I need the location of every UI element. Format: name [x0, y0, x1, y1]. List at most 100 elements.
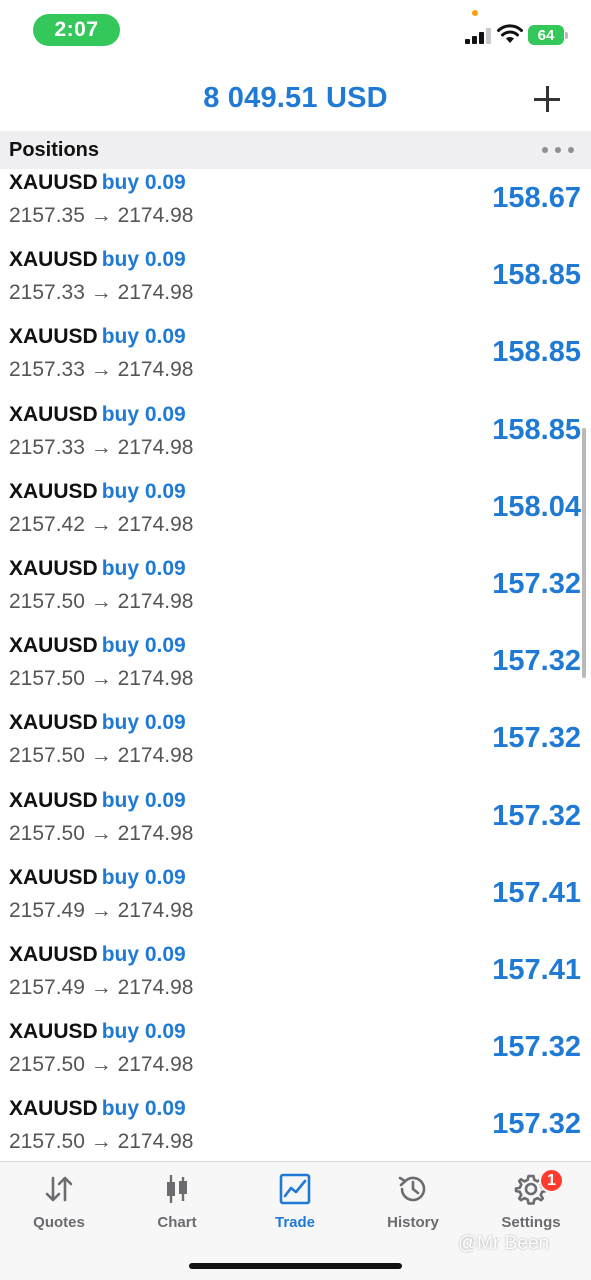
position-symbol: XAUUSD: [9, 325, 98, 349]
position-prices: 2157.50 → 2174.98: [9, 744, 194, 768]
position-profit: 157.32: [492, 722, 581, 755]
position-row[interactable]: XAUUSD buy 0.09 2157.50 → 2174.98 157.32: [0, 1095, 591, 1161]
account-balance: 8 049.51 USD: [203, 82, 388, 114]
candlestick-icon: [167, 1175, 187, 1203]
quotes-arrows-icon: [45, 1176, 73, 1202]
position-profit: 158.04: [492, 490, 581, 523]
position-profit: 157.32: [492, 567, 581, 600]
position-profit: 157.41: [492, 953, 581, 986]
position-profit: 157.32: [492, 1108, 581, 1141]
position-row[interactable]: XAUUSD buy 0.09 2157.42 → 2174.98 158.04: [0, 478, 591, 555]
position-prices: 2157.50 → 2174.98: [9, 589, 194, 613]
trade-chart-icon: [279, 1173, 311, 1205]
tab-settings[interactable]: 1 Settings: [472, 1168, 590, 1242]
position-symbol: XAUUSD: [9, 248, 98, 272]
position-side-volume: buy 0.09: [101, 711, 186, 735]
position-prices: 2157.42 → 2174.98: [9, 512, 194, 536]
position-title: XAUUSD buy 0.09: [9, 866, 186, 890]
position-symbol: XAUUSD: [9, 865, 98, 889]
history-clock-icon: [398, 1176, 426, 1202]
cellular-signal-icon: [465, 28, 493, 44]
watermark: @Mr Been: [458, 1233, 550, 1254]
position-row[interactable]: XAUUSD buy 0.09 2157.33 → 2174.98 158.85: [0, 401, 591, 478]
position-row[interactable]: XAUUSD buy 0.09 2157.35 → 2174.98 158.67: [0, 169, 591, 246]
tab-trade[interactable]: Trade: [236, 1172, 354, 1242]
position-prices: 2157.50 → 2174.98: [9, 821, 194, 845]
position-symbol: XAUUSD: [9, 556, 98, 580]
plus-icon[interactable]: [532, 84, 562, 114]
position-title: XAUUSD buy 0.09: [9, 943, 186, 967]
tab-quotes[interactable]: Quotes: [0, 1172, 118, 1242]
position-prices: 2157.50 → 2174.98: [9, 667, 194, 691]
section-title: Positions: [9, 139, 100, 161]
position-prices: 2157.33 → 2174.98: [9, 281, 194, 305]
position-profit: 158.85: [492, 259, 581, 292]
battery-indicator: 64: [528, 25, 568, 45]
position-row[interactable]: XAUUSD buy 0.09 2157.50 → 2174.98 157.32: [0, 555, 591, 632]
position-profit: 157.41: [492, 876, 581, 909]
home-indicator[interactable]: [189, 1263, 402, 1269]
privacy-indicator-dot: [472, 10, 478, 16]
position-row[interactable]: XAUUSD buy 0.09 2157.33 → 2174.98 158.85: [0, 246, 591, 323]
position-prices: 2157.50 → 2174.98: [9, 1053, 194, 1077]
tab-label: Trade: [274, 1214, 316, 1231]
position-side-volume: buy 0.09: [101, 788, 186, 812]
position-symbol: XAUUSD: [9, 711, 98, 735]
tab-label: Settings: [501, 1214, 561, 1231]
tab-bar: Quotes Chart Trade History 1 Settings @M…: [0, 1161, 591, 1280]
position-row[interactable]: XAUUSD buy 0.09 2157.50 → 2174.98 157.32: [0, 709, 591, 786]
position-symbol: XAUUSD: [9, 479, 98, 503]
tab-label: Chart: [157, 1214, 197, 1231]
position-row[interactable]: XAUUSD buy 0.09 2157.49 → 2174.98 157.41: [0, 864, 591, 941]
position-symbol: XAUUSD: [9, 942, 98, 966]
account-header: 8 049.51 USD: [0, 68, 591, 130]
position-side-volume: buy 0.09: [101, 171, 186, 194]
position-side-volume: buy 0.09: [101, 556, 186, 580]
position-profit: 157.32: [492, 1031, 581, 1064]
positions-list[interactable]: XAUUSD buy 0.09 2157.35 → 2174.98 158.67 XAU…: [0, 169, 591, 1161]
status-bar: 2:07 64: [0, 0, 591, 62]
position-profit: 158.85: [492, 413, 581, 446]
position-row[interactable]: XAUUSD buy 0.09 2157.49 → 2174.98 157.41: [0, 941, 591, 1018]
position-symbol: XAUUSD: [9, 171, 98, 194]
position-profit: 158.85: [492, 336, 581, 369]
position-row[interactable]: XAUUSD buy 0.09 2157.50 → 2174.98 157.32: [0, 632, 591, 709]
position-side-volume: buy 0.09: [101, 325, 186, 349]
position-profit: 158.67: [492, 182, 581, 214]
position-symbol: XAUUSD: [9, 634, 98, 658]
tab-chart[interactable]: Chart: [118, 1172, 236, 1242]
position-title: XAUUSD buy 0.09: [9, 1020, 186, 1044]
notification-badge: 1: [539, 1168, 564, 1193]
position-title: XAUUSD buy 0.09: [9, 1097, 186, 1121]
position-title: XAUUSD buy 0.09: [9, 325, 186, 349]
position-title: XAUUSD buy 0.09: [9, 711, 186, 735]
position-symbol: XAUUSD: [9, 402, 98, 426]
position-title: XAUUSD buy 0.09: [9, 248, 186, 272]
position-side-volume: buy 0.09: [101, 634, 186, 658]
tab-label: History: [387, 1214, 439, 1231]
position-prices: 2157.33 → 2174.98: [9, 435, 194, 459]
tab-history[interactable]: History: [354, 1172, 472, 1242]
position-prices: 2157.50 → 2174.98: [9, 1130, 194, 1154]
scrollbar[interactable]: [582, 428, 586, 678]
wifi-icon: [497, 24, 523, 43]
position-title: XAUUSD buy 0.09: [9, 634, 186, 658]
position-title: XAUUSD buy 0.09: [9, 557, 186, 581]
more-horizontal-icon[interactable]: [542, 147, 574, 155]
position-side-volume: buy 0.09: [101, 1020, 186, 1044]
position-row[interactable]: XAUUSD buy 0.09 2157.50 → 2174.98 157.32: [0, 1018, 591, 1095]
position-prices: 2157.49 → 2174.98: [9, 898, 194, 922]
position-side-volume: buy 0.09: [101, 248, 186, 272]
position-profit: 157.32: [492, 645, 581, 678]
position-side-volume: buy 0.09: [101, 1097, 186, 1121]
position-title: XAUUSD buy 0.09: [9, 789, 186, 813]
position-row[interactable]: XAUUSD buy 0.09 2157.33 → 2174.98 158.85: [0, 323, 591, 400]
position-row[interactable]: XAUUSD buy 0.09 2157.50 → 2174.98 157.32: [0, 787, 591, 864]
position-title: XAUUSD buy 0.09: [9, 171, 186, 195]
position-title: XAUUSD buy 0.09: [9, 403, 186, 427]
position-prices: 2157.49 → 2174.98: [9, 975, 194, 999]
position-side-volume: buy 0.09: [101, 942, 186, 966]
tab-label: Quotes: [33, 1214, 85, 1231]
position-symbol: XAUUSD: [9, 1097, 98, 1121]
position-side-volume: buy 0.09: [101, 865, 186, 889]
